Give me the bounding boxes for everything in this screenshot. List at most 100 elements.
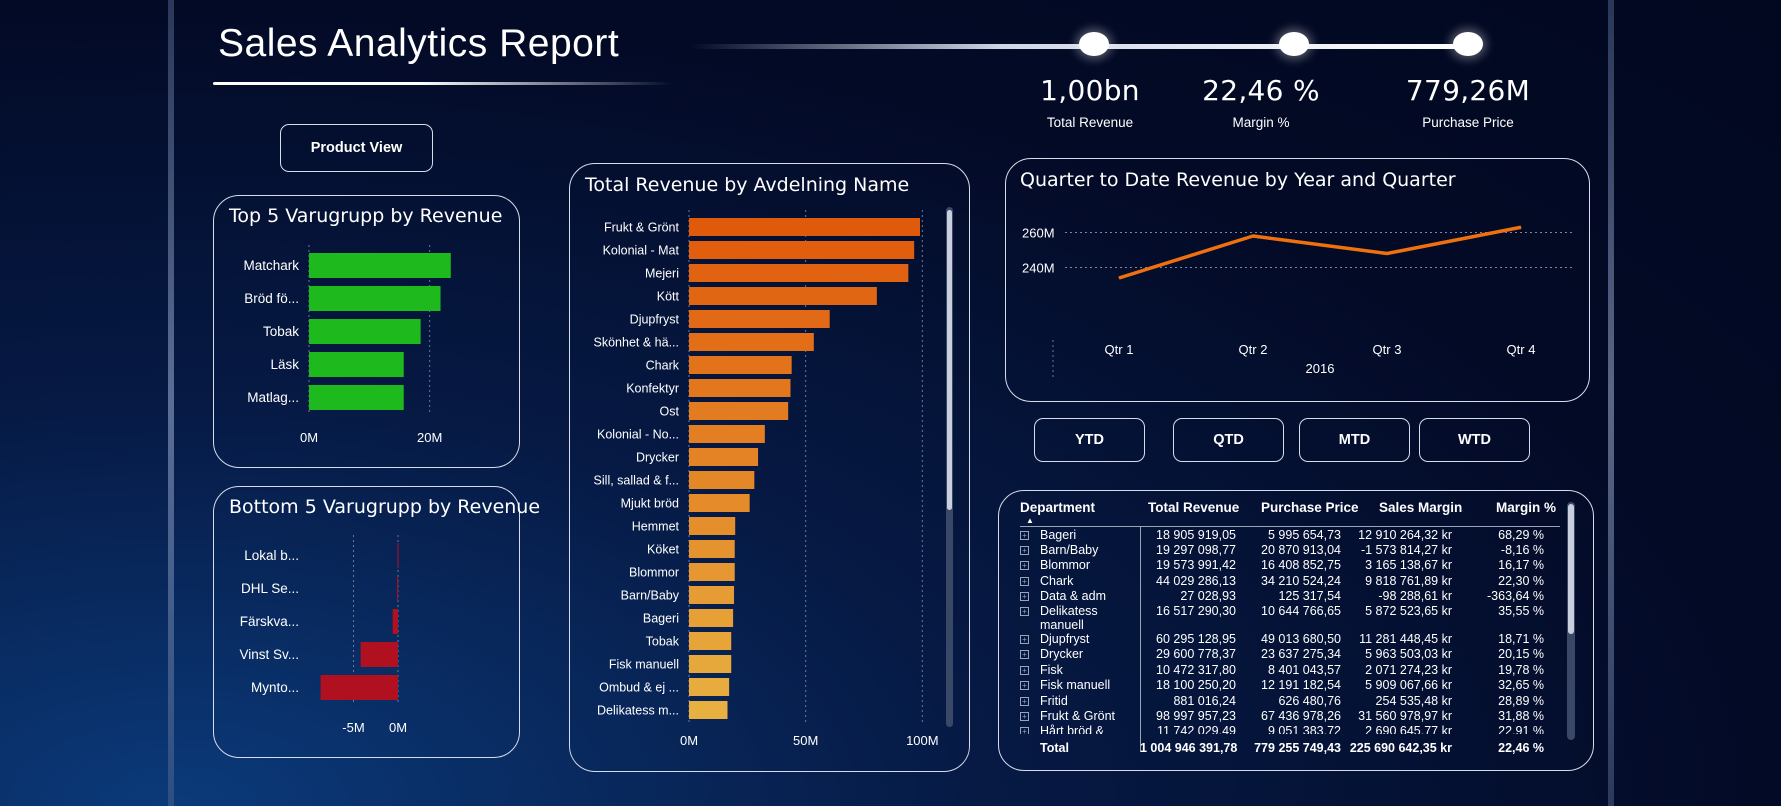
kpi-label: Total Revenue [1046,115,1134,130]
category-label: Kött [657,290,680,304]
bar [309,253,451,278]
sales-margin-cell: 5 963 503,03 kr [1365,647,1452,661]
table-row[interactable]: + Data & adm 27 028,93 125 317,54 -98 288,61… [1012,589,1572,604]
expand-icon[interactable]: + [1020,561,1029,570]
category-label: Barn/Baby [621,589,680,603]
avdelning-scrollbar[interactable] [946,207,953,727]
product-view-button[interactable]: Product View [280,124,433,172]
expand-icon[interactable]: + [1020,681,1029,690]
bar [360,642,398,667]
bar [397,576,399,601]
kpi-value: 22,46 % [1202,74,1320,107]
expand-icon[interactable]: + [1020,712,1029,721]
total-revenue-cell: 18 905 919,05 [1156,528,1236,542]
table-row[interactable]: + Drycker 29 600 778,37 23 637 275,34 5 963 … [1012,647,1572,662]
margin-pct-cell: 16,17 % [1498,558,1544,572]
table-row[interactable]: + Fritid 881 016,24 626 480,76 254 535,48 kr… [1012,694,1572,709]
expand-icon[interactable]: + [1020,607,1029,616]
expand-icon[interactable]: + [1020,697,1029,706]
bar [689,563,735,581]
title-underline [213,82,673,85]
table-row[interactable]: + Fisk manuell 18 100 250,20 12 191 182,54 5… [1012,678,1572,693]
table-row[interactable]: + Hårt bröd & 11 742 029,49 9 051 383,72 2 6… [1012,724,1572,734]
expand-icon[interactable]: + [1020,546,1029,555]
sales-margin-cell: 2 071 274,23 kr [1365,663,1452,677]
table-row[interactable]: + Barn/Baby 19 297 098,77 20 870 913,04 -1 5… [1012,543,1572,558]
col-header-department[interactable]: Department [1020,500,1095,515]
category-label: Läsk [270,357,299,372]
table-row[interactable]: + Fisk 10 472 317,80 8 401 043,57 2 071 274,… [1012,663,1572,678]
category-label: Chark [646,359,680,373]
revenue-line [1118,225,1522,280]
bar [689,241,915,259]
category-label: Tobak [263,324,299,339]
sales-margin-cell: 254 535,48 kr [1375,694,1452,708]
margin-pct-cell: 32,65 % [1498,678,1544,692]
qtd-button[interactable]: QTD [1173,418,1284,462]
expand-icon[interactable]: + [1020,727,1029,734]
department-cell: Frukt & Grönt [1040,709,1116,723]
slider-knob-margin[interactable] [1279,32,1309,56]
total-purchase-value: 779 255 749,43 [1254,741,1341,755]
sales-margin-cell: 5 872 523,65 kr [1365,604,1452,618]
data-point [1386,253,1388,254]
total-revenue-cell: 11 742 029,49 [1156,724,1236,734]
bar [397,543,399,568]
mtd-button[interactable]: MTD [1299,418,1410,462]
bar [689,425,765,443]
expand-icon[interactable]: + [1020,635,1029,644]
purchase-price-cell: 23 637 275,34 [1261,647,1341,661]
bottom5-chart: -5M 0M Lokal b... DHL Se... Färskva... Vinst … [239,535,407,735]
table-row[interactable]: + Djupfryst 60 295 128,95 49 013 680,50 11 2… [1012,632,1572,647]
bar [689,448,759,466]
col-header-sales-margin[interactable]: Sales Margin [1379,500,1462,515]
bar [689,287,877,305]
col-header-purchase-price[interactable]: Purchase Price [1261,500,1359,515]
expand-icon[interactable]: + [1020,531,1029,540]
bar [689,264,909,282]
slider-knob-purchase[interactable] [1453,32,1483,56]
bar [689,655,732,673]
category-label: Kolonial - No... [597,428,679,442]
table-scrollbar[interactable] [1567,502,1575,740]
category-label: Köket [647,543,679,557]
expand-icon[interactable]: + [1020,666,1029,675]
scrollbar-thumb[interactable] [947,210,952,510]
col-header-margin-pct[interactable]: Margin % [1496,500,1556,515]
category-label: Drycker [636,451,679,465]
category-label: Mjukt bröd [621,497,679,511]
sales-margin-cell: 2 690 645,77 kr [1365,724,1452,734]
category-label: Bröd fö... [244,291,299,306]
sales-margin-cell: -98 288,61 kr [1378,589,1452,603]
department-cell: Data & adm [1040,589,1107,603]
col-header-total-revenue[interactable]: Total Revenue [1148,500,1239,515]
bar [689,632,732,650]
sort-asc-icon[interactable]: ▲ [1026,516,1034,525]
margin-pct-cell: 22,30 % [1498,574,1544,588]
bar [309,286,441,311]
department-cell: Fritid [1040,694,1068,708]
bar [689,609,734,627]
bar [309,352,404,377]
total-revenue-cell: 60 295 128,95 [1156,632,1236,646]
scrollbar-thumb[interactable] [1568,504,1574,634]
department-cell: Delikatess manuell [1040,604,1098,632]
bottom5-title: Bottom 5 Varugrupp by Revenue [229,496,541,518]
expand-icon[interactable]: + [1020,577,1029,586]
table-row[interactable]: + Blommor 19 573 991,42 16 408 852,75 3 165 … [1012,558,1572,573]
bar [689,701,728,719]
slider-knob-revenue[interactable] [1079,32,1109,56]
purchase-price-cell: 67 436 978,26 [1261,709,1341,723]
expand-icon[interactable]: + [1020,592,1029,601]
table-row[interactable]: + Chark 44 029 286,13 34 210 524,24 9 818 76… [1012,574,1572,589]
table-row[interactable]: + Bageri 18 905 919,05 5 995 654,73 12 910 2… [1012,528,1572,543]
bar [689,402,789,420]
expand-icon[interactable]: + [1020,650,1029,659]
wtd-button[interactable]: WTD [1419,418,1530,462]
table-row[interactable]: + Frukt & Grönt 98 997 957,23 67 436 978,26… [1012,709,1572,724]
margin-pct-cell: 28,89 % [1498,694,1544,708]
ytd-button[interactable]: YTD [1034,418,1145,462]
sales-margin-cell: 31 560 978,97 kr [1358,709,1452,723]
kpi-value: 1,00bn [1040,74,1140,107]
table-row[interactable]: + Delikatess manuell 16 517 290,30 10 644 7… [1012,604,1572,632]
